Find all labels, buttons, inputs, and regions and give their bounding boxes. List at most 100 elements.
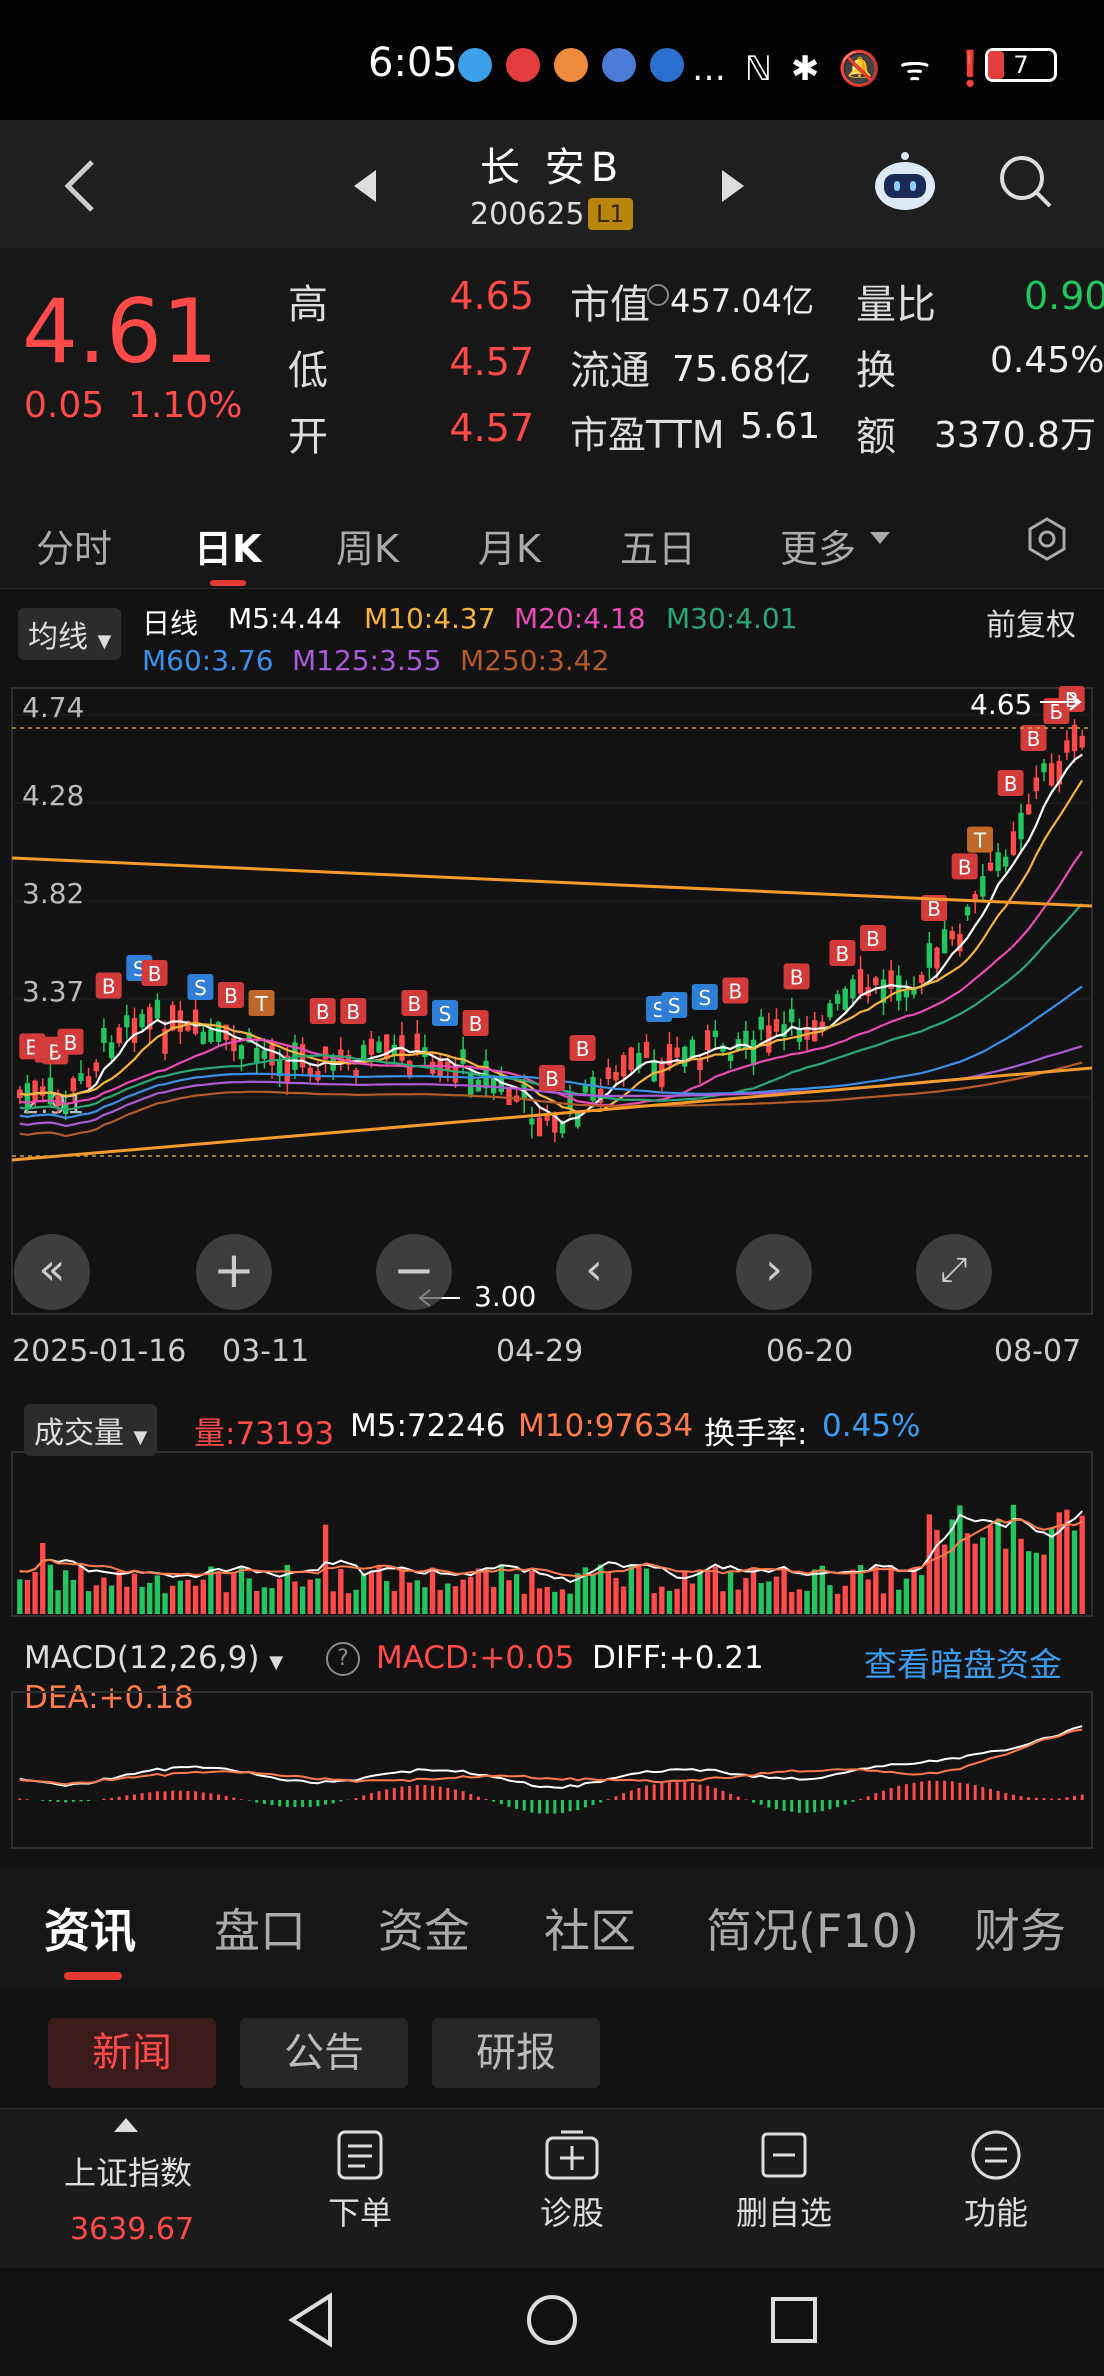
candle-body (1071, 724, 1078, 752)
candle-body (857, 969, 864, 994)
trade-marker-label: B (729, 980, 743, 1004)
diagnose-button[interactable]: 诊股 (528, 2128, 616, 2234)
volume-bar (192, 1585, 199, 1614)
tab-five-day[interactable]: 五日 (620, 518, 696, 573)
amount-label: 额 (856, 414, 896, 460)
volume-bar (491, 1587, 497, 1614)
zoom-out-icon[interactable]: − (376, 1234, 452, 1310)
settings-icon[interactable] (1024, 516, 1070, 562)
chevron-left-icon[interactable] (60, 156, 100, 216)
kline-chart[interactable]: 4.744.283.823.372.91 BBBBBSBSBTBBBSBBBSS… (0, 684, 1104, 1324)
back-nav-icon[interactable] (286, 2292, 336, 2348)
functions-button[interactable]: 功能 (952, 2128, 1040, 2234)
volume-bar (1018, 1538, 1024, 1614)
macd-bar (973, 1785, 977, 1800)
volratio-value: 0.90 (1024, 274, 1104, 318)
chevron-down-icon: ▼ (269, 1652, 284, 1673)
volume-selector[interactable]: 成交量 ▼ (24, 1404, 158, 1456)
macd-bar (239, 1799, 243, 1800)
ma-selector[interactable]: 均线 ▼ (18, 608, 122, 660)
volume-chart[interactable] (0, 1450, 1104, 1620)
prev-stock-icon[interactable] (350, 166, 380, 206)
tab-weekly-k[interactable]: 周K (336, 518, 399, 573)
info-icon[interactable] (647, 284, 669, 306)
volume-bar (330, 1591, 336, 1614)
volume-bar (506, 1580, 512, 1614)
tab-intraday[interactable]: 分时 (36, 518, 112, 573)
volume-bar (63, 1570, 69, 1614)
open-label: 开 (288, 414, 328, 460)
volume-bar (804, 1590, 810, 1614)
tab-community[interactable]: 社区 (544, 1895, 636, 1961)
remove-icon (761, 2132, 807, 2178)
candle-body (941, 929, 948, 954)
daily-label: 日线 (142, 607, 199, 640)
pill-news[interactable]: 新闻 (48, 2018, 216, 2088)
tab-profile-f10[interactable]: 简况(F10) (706, 1895, 919, 1961)
macd-bar (1073, 1795, 1077, 1800)
trade-marker-label: B (866, 927, 880, 951)
rewind-icon[interactable]: « (14, 1234, 90, 1310)
home-nav-icon[interactable] (524, 2292, 580, 2348)
zoom-in-icon[interactable]: + (196, 1234, 272, 1310)
chevron-right-icon[interactable]: › (736, 1234, 812, 1310)
macd-chart[interactable] (0, 1690, 1104, 1850)
order-label: 下单 (327, 2194, 392, 2232)
tab-daily-k[interactable]: 日K (194, 518, 261, 573)
active-tab-indicator (210, 580, 246, 586)
help-icon[interactable]: ? (326, 1642, 360, 1676)
candle-body (406, 1060, 413, 1076)
candle-body (605, 1067, 611, 1080)
tab-capital[interactable]: 资金 (378, 1895, 470, 1961)
macd-bar (591, 1800, 595, 1805)
candle-body (254, 1047, 260, 1063)
macd-bar (110, 1798, 114, 1800)
volume-bar (666, 1590, 673, 1614)
candle-body (682, 1046, 688, 1067)
volume-bar (483, 1569, 489, 1614)
order-button[interactable]: 下单 (316, 2128, 404, 2234)
tab-monthly-k[interactable]: 月K (478, 518, 541, 573)
y-axis-label: 3.82 (22, 877, 84, 910)
volume-selector-label: 成交量 (34, 1416, 124, 1451)
volume-bar (873, 1564, 879, 1614)
chevron-left-icon[interactable]: ‹ (556, 1234, 632, 1310)
index-name[interactable]: 上证指数 (64, 2148, 192, 2194)
candle-body (934, 947, 940, 969)
next-stock-icon[interactable] (718, 166, 748, 206)
dark-pool-link[interactable]: 查看暗盘资金 (864, 1638, 1062, 1686)
macd-bar (507, 1800, 511, 1807)
system-nav-bar (0, 2268, 1104, 2376)
chevron-up-icon[interactable] (112, 2116, 140, 2134)
stock-code: 200625 (470, 197, 585, 232)
macd-selector[interactable]: MACD(12,26,9) ▼ (24, 1640, 283, 1676)
tab-financials[interactable]: 财务 (974, 1895, 1066, 1961)
candle-body (368, 1038, 375, 1055)
candle-body (238, 1045, 245, 1060)
trade-marker-label: B (545, 1067, 559, 1091)
tab-news-info[interactable]: 资讯 (44, 1895, 136, 1961)
macd-bar (515, 1800, 519, 1809)
ai-assistant-icon[interactable] (870, 148, 940, 218)
volume-bar (452, 1586, 459, 1614)
macd-bar (1011, 1794, 1015, 1800)
macd-bar (950, 1781, 954, 1800)
macd-bar (1019, 1796, 1023, 1800)
search-icon[interactable] (996, 152, 1056, 212)
pill-announcements[interactable]: 公告 (240, 2018, 408, 2088)
candle-body (1033, 777, 1039, 792)
volume-bar (315, 1578, 321, 1614)
remove-watchlist-button[interactable]: 删自选 (728, 2128, 840, 2234)
macd-bar (217, 1794, 221, 1800)
app-notification-icon (506, 48, 540, 82)
adjust-label[interactable]: 前复权 (986, 600, 1076, 644)
fullscreen-icon[interactable]: ⤢ (916, 1234, 992, 1310)
recents-nav-icon[interactable] (768, 2294, 820, 2346)
macd-bar (912, 1782, 916, 1800)
pill-research[interactable]: 研报 (432, 2018, 600, 2088)
volume-bar (101, 1577, 107, 1614)
tab-order-book[interactable]: 盘口 (214, 1895, 306, 1961)
tab-more[interactable]: 更多 (780, 518, 856, 573)
macd-bar (492, 1800, 496, 1802)
macd-bar (660, 1783, 664, 1800)
